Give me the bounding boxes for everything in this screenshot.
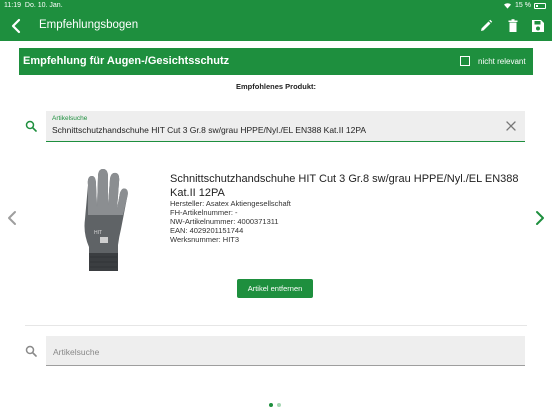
wifi-icon: [504, 3, 512, 9]
remove-article-button[interactable]: Artikel entfernen: [237, 279, 313, 298]
product-works-number: Werksnummer: HIT3: [170, 235, 240, 244]
product-ean: EAN: 4029201151744: [170, 226, 244, 235]
clear-icon[interactable]: [505, 120, 517, 132]
trash-icon[interactable]: [505, 18, 521, 34]
search-placeholder: Artikelsuche: [53, 347, 100, 357]
not-relevant-label: nicht relevant: [478, 57, 526, 66]
product-fh-number: FH-Artikelnummer: -: [170, 208, 238, 217]
section-title: Empfehlung für Augen-/Gesichtsschutz: [23, 55, 230, 67]
save-disk-icon[interactable]: [530, 18, 546, 34]
date: Do. 10. Jan.: [24, 2, 63, 9]
product-manufacturer: Hersteller: Asatex Aktiengesellschaft: [170, 199, 291, 208]
page-title: Empfehlungsbogen: [39, 19, 139, 31]
article-search-input[interactable]: Artikelsuche Schnittschutzhandschuhe HIT…: [46, 111, 525, 142]
next-chevron-icon[interactable]: [534, 210, 546, 226]
page-dot[interactable]: [277, 403, 281, 407]
back-arrow-icon[interactable]: [8, 17, 26, 35]
product-nw-number: NW-Artikelnummer: 4000371311: [170, 217, 279, 226]
product-name: Schnittschutzhandschuhe HIT Cut 3 Gr.8 s…: [170, 173, 519, 199]
clock: 11:19: [4, 2, 21, 9]
svg-text:HIT: HIT: [94, 230, 102, 236]
search-icon: [25, 345, 37, 357]
navigation-bar: Empfehlungsbogen: [0, 12, 552, 41]
edit-pencil-icon[interactable]: [478, 18, 494, 34]
battery-icon: [534, 2, 546, 9]
article-search-empty-input[interactable]: Artikelsuche: [46, 336, 525, 366]
search-field-value[interactable]: Schnittschutzhandschuhe HIT Cut 3 Gr.8 s…: [52, 125, 366, 135]
not-relevant-checkbox[interactable]: [460, 56, 470, 66]
search-field-label: Artikelsuche: [52, 115, 88, 122]
status-time: 11:19 Do. 10. Jan.: [4, 2, 63, 9]
status-right: 15 %: [503, 2, 546, 9]
search-icon: [25, 120, 37, 132]
battery-percent: 15 %: [515, 2, 531, 9]
page-dot-active[interactable]: [269, 403, 273, 407]
previous-chevron-icon[interactable]: [6, 210, 18, 226]
status-bar: 11:19 Do. 10. Jan. 15 %: [0, 0, 552, 12]
recommended-product-label: Empfohlenes Produkt:: [235, 82, 316, 91]
section-header: Empfehlung für Augen-/Gesichtsschutz nic…: [19, 48, 533, 75]
product-image: HIT: [76, 167, 135, 276]
divider: [25, 325, 527, 326]
